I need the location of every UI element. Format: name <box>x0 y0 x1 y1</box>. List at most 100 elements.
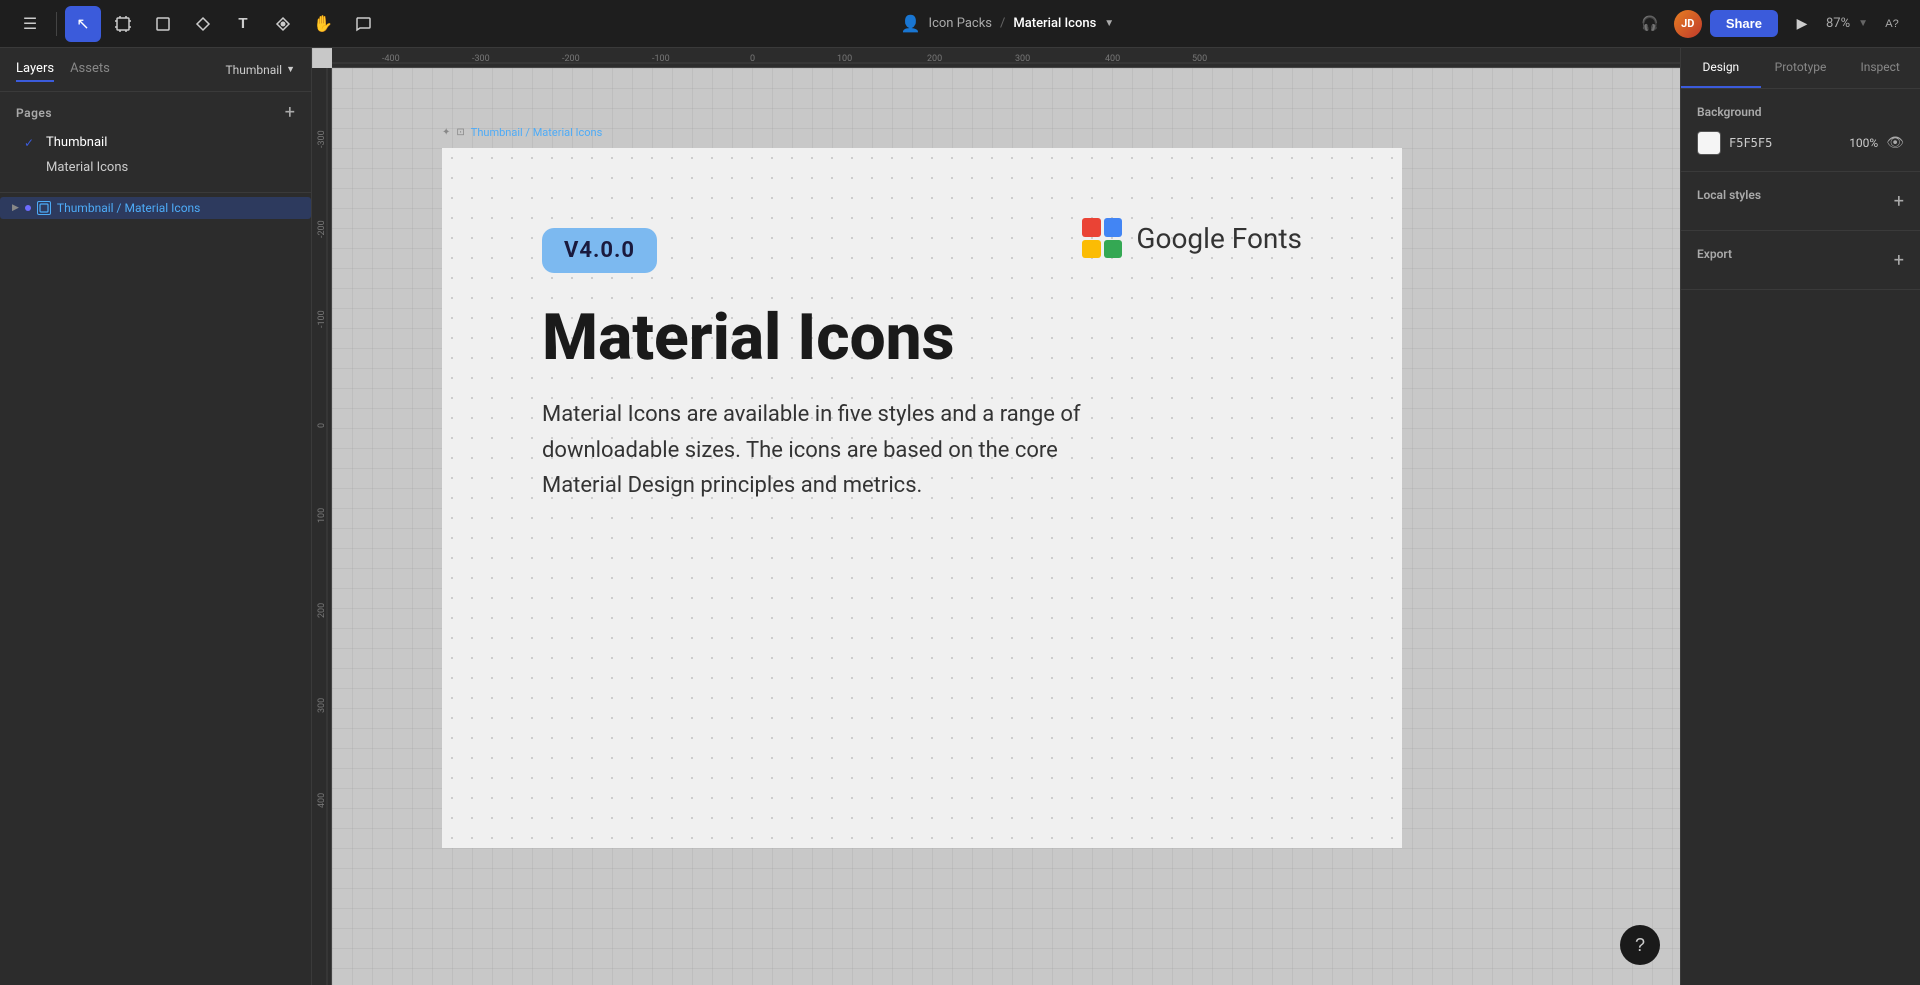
pen-tool[interactable] <box>185 6 221 42</box>
layer-expand-icon[interactable]: ▶ <box>12 203 19 213</box>
panel-divider <box>0 192 311 193</box>
svg-text:-400: -400 <box>382 54 400 64</box>
version-badge-text: V4.0.0 <box>564 238 635 263</box>
google-fonts-text: Google Fonts <box>1136 222 1302 255</box>
background-row: F5F5F5 100% 👁 <box>1697 131 1904 155</box>
local-styles-add-button[interactable]: + <box>1894 191 1904 212</box>
svg-text:-100: -100 <box>652 54 670 64</box>
svg-text:100: 100 <box>317 508 327 523</box>
panel-tabs: Layers Assets Thumbnail ▼ <box>0 48 311 92</box>
local-styles-header: Local styles + <box>1697 188 1904 214</box>
toolbar-tools: ☰ ↖ T ✋ <box>12 6 381 42</box>
hand-tool[interactable]: ✋ <box>305 6 341 42</box>
background-hex[interactable]: F5F5F5 <box>1729 136 1841 150</box>
component-tool[interactable] <box>265 6 301 42</box>
layer-item-thumbnail[interactable]: ▶ Thumbnail / Material Icons <box>0 197 311 219</box>
svg-text:-100: -100 <box>317 310 327 328</box>
add-page-button[interactable]: + <box>285 104 295 122</box>
description-text: Material Icons are available in five sty… <box>542 397 1102 503</box>
tool-separator-1 <box>56 12 57 36</box>
tab-layers[interactable]: Layers <box>16 57 54 82</box>
local-styles-section: Local styles + <box>1681 172 1920 231</box>
frame-content: V4.0.0 Google Fonts Material Icons <box>442 148 1402 848</box>
page-check-icon: ✓ <box>24 136 38 150</box>
svg-text:-300: -300 <box>472 54 490 64</box>
tab-design[interactable]: Design <box>1681 48 1761 88</box>
comment-tool[interactable] <box>345 6 381 42</box>
svg-text:400: 400 <box>1105 54 1120 64</box>
tab-prototype[interactable]: Prototype <box>1761 48 1841 88</box>
svg-text:100: 100 <box>837 54 852 64</box>
gf-blue-square <box>1104 218 1123 237</box>
page-label-thumbnail: Thumbnail <box>46 135 107 150</box>
background-color-swatch[interactable] <box>1697 131 1721 155</box>
vertical-ruler: -300 -200 -100 0 100 200 300 400 <box>312 68 332 985</box>
frame-label[interactable]: ✦ ⊡ Thumbnail / Material Icons <box>442 126 602 139</box>
tab-inspect[interactable]: Inspect <box>1840 48 1920 88</box>
breadcrumb-parent[interactable]: Icon Packs <box>929 16 992 31</box>
google-fonts-area: Google Fonts <box>1082 218 1302 258</box>
tab-assets[interactable]: Assets <box>70 57 110 82</box>
frame-label-bracket: ⊡ <box>456 127 464 138</box>
gf-green-square <box>1104 240 1123 259</box>
layer-frame-icon <box>37 201 51 215</box>
thumbnail-selector[interactable]: Thumbnail ▼ <box>225 63 295 77</box>
headphones-icon[interactable]: 🎧 <box>1634 8 1666 40</box>
background-opacity[interactable]: 100% <box>1849 136 1878 150</box>
breadcrumb-current[interactable]: Material Icons <box>1013 16 1096 31</box>
breadcrumb-dropdown-icon[interactable]: ▼ <box>1104 18 1114 29</box>
avatar[interactable]: JD <box>1674 10 1702 38</box>
gf-red-square <box>1082 218 1101 237</box>
horizontal-ruler: -400 -300 -200 -100 0 100 200 300 400 50… <box>332 48 1680 68</box>
page-item-material-icons[interactable]: ✓ Material Icons <box>16 155 295 180</box>
play-icon[interactable]: ▶ <box>1786 8 1818 40</box>
toolbar-right: 🎧 JD Share ▶ 87% ▼ A? <box>1634 8 1908 40</box>
svg-text:-300: -300 <box>317 130 327 148</box>
svg-text:0: 0 <box>750 54 755 64</box>
canvas-area[interactable]: -400 -300 -200 -100 0 100 200 300 400 50… <box>312 48 1680 985</box>
pages-section: Pages + ✓ Thumbnail ✓ Material Icons <box>0 92 311 188</box>
main-title: Material Icons <box>542 303 954 373</box>
frame-label-arrow: ✦ <box>442 127 450 138</box>
help-button[interactable]: ? <box>1620 925 1660 965</box>
ruler-v-svg: -300 -200 -100 0 100 200 300 400 <box>312 68 331 985</box>
layer-label: Thumbnail / Material Icons <box>57 201 200 215</box>
export-add-button[interactable]: + <box>1894 250 1904 271</box>
left-panel: Layers Assets Thumbnail ▼ Pages + ✓ Thum… <box>0 48 312 985</box>
move-tool[interactable]: ↖ <box>65 6 101 42</box>
background-section: Background F5F5F5 100% 👁 <box>1681 89 1920 172</box>
ruler-h-svg: -400 -300 -200 -100 0 100 200 300 400 50… <box>332 48 1680 67</box>
text-style-icon[interactable]: A? <box>1876 8 1908 40</box>
share-button[interactable]: Share <box>1710 10 1778 37</box>
shape-tool[interactable] <box>145 6 181 42</box>
page-label-material-icons: Material Icons <box>46 160 128 175</box>
version-badge: V4.0.0 <box>542 228 657 273</box>
page-item-thumbnail[interactable]: ✓ Thumbnail <box>16 130 295 155</box>
svg-text:-200: -200 <box>562 54 580 64</box>
toolbar-breadcrumb: 👤 Icon Packs / Material Icons ▼ <box>387 14 1628 33</box>
page-check-empty: ✓ <box>24 161 38 175</box>
local-styles-title: Local styles <box>1697 188 1761 202</box>
svg-text:300: 300 <box>1015 54 1030 64</box>
toolbar: ☰ ↖ T ✋ 👤 Icon Packs / Material Icons ▼ … <box>0 0 1920 48</box>
svg-text:200: 200 <box>927 54 942 64</box>
pages-title: Pages <box>16 106 52 120</box>
svg-text:300: 300 <box>317 698 327 713</box>
zoom-dropdown-icon[interactable]: ▼ <box>1858 18 1868 29</box>
zoom-level[interactable]: 87% <box>1826 16 1850 31</box>
svg-text:-200: -200 <box>317 220 327 238</box>
main-area: Layers Assets Thumbnail ▼ Pages + ✓ Thum… <box>0 48 1920 985</box>
frame-tool[interactable] <box>105 6 141 42</box>
svg-text:500: 500 <box>1192 54 1207 64</box>
visibility-icon[interactable]: 👁 <box>1886 135 1904 151</box>
breadcrumb-separator: / <box>1000 16 1005 31</box>
frame-label-text: Thumbnail / Material Icons <box>471 126 603 139</box>
text-tool[interactable]: T <box>225 6 261 42</box>
pages-header: Pages + <box>16 104 295 122</box>
user-icon: 👤 <box>901 14 921 33</box>
right-panel: Design Prototype Inspect Background F5F5… <box>1680 48 1920 985</box>
menu-tool[interactable]: ☰ <box>12 6 48 42</box>
export-header: Export + <box>1697 247 1904 273</box>
export-title: Export <box>1697 247 1732 261</box>
canvas-frame-wrapper: ✦ ⊡ Thumbnail / Material Icons V4.0.0 <box>442 148 1402 848</box>
